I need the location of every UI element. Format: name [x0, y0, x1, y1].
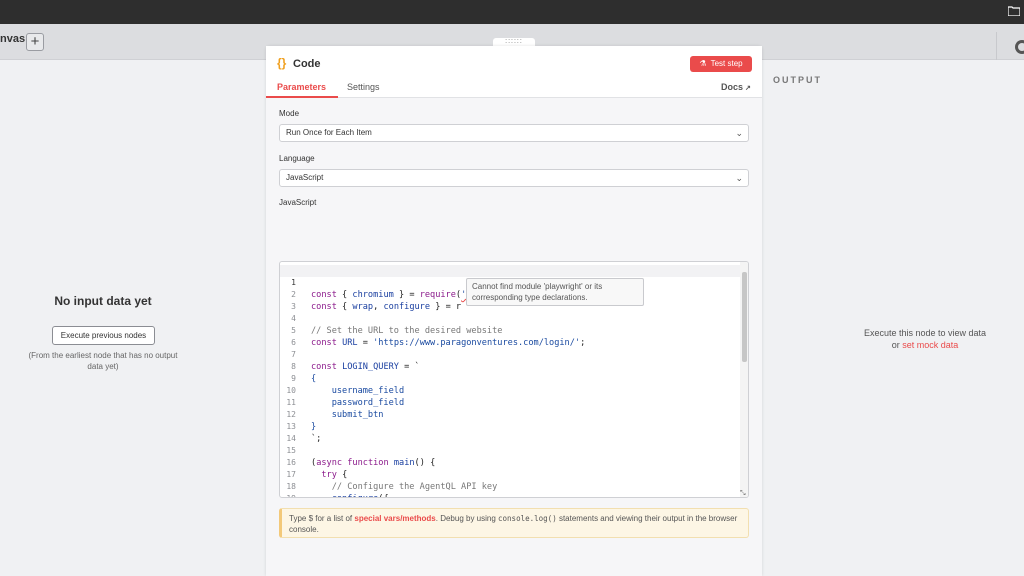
language-select-value: JavaScript [286, 173, 324, 182]
code-line[interactable]: 15 (async function main() { [280, 433, 740, 468]
notice-text: . Debug by using [435, 514, 499, 523]
flask-icon: ⚗ [699, 59, 707, 68]
console-log-code: console.log() [498, 514, 557, 523]
code-line[interactable]: 5 const URL = 'https://www.paragonventur… [280, 313, 740, 348]
hint-notice: Type $ for a list of special vars/method… [279, 508, 749, 538]
output-hint: Execute this node to view data or set mo… [850, 327, 1000, 351]
editor-scrollbar[interactable]: ⤡ [740, 262, 748, 497]
output-label: OUTPUT [773, 75, 822, 85]
loading-icon [1015, 40, 1024, 54]
tab-parameters[interactable]: Parameters [277, 82, 326, 92]
code-line[interactable]: 13 `; [280, 409, 740, 444]
code-line[interactable]: 16 try { [280, 445, 740, 480]
code-line[interactable]: 9 username_field [280, 361, 740, 396]
modal-title: Code [293, 58, 321, 70]
folder-icon[interactable] [1008, 6, 1020, 16]
output-hint-text: Execute this node to view data [863, 328, 987, 338]
tab-settings[interactable]: Settings [347, 82, 380, 92]
docs-link[interactable]: Docs ↗ [721, 82, 751, 92]
special-vars-link[interactable]: special vars/methods [354, 514, 435, 523]
test-step-label: Test step [710, 59, 743, 68]
canvas-tab-label[interactable]: nvas [0, 33, 25, 45]
code-line[interactable]: 18 configure({ [280, 469, 740, 497]
add-tab-button[interactable]: + [26, 33, 44, 51]
code-editor[interactable]: 1 const { chromium } = require('playwrig… [279, 261, 749, 498]
language-select[interactable]: JavaScript ⌄ [279, 169, 749, 187]
execute-previous-nodes-button[interactable]: Execute previous nodes [52, 326, 155, 345]
test-step-button[interactable]: ⚗ Test step [690, 56, 752, 72]
code-line[interactable]: 1 const { chromium } = require('playwrig… [280, 265, 740, 300]
language-label: Language [279, 154, 315, 163]
output-panel: OUTPUT Execute this node to view data or… [762, 60, 1024, 576]
execute-hint: (From the earliest node that has no outp… [28, 351, 178, 371]
code-line[interactable]: 7 const LOGIN_QUERY = ` [280, 337, 740, 372]
scrollbar-thumb[interactable] [742, 272, 747, 362]
code-line[interactable]: 19 apiKey: 'nfnq7iVFF7rlmSxVCWjkscoE7vlh… [280, 481, 740, 497]
input-panel: No input data yet Execute previous nodes… [0, 60, 265, 576]
right-edge-control[interactable] [996, 32, 1024, 60]
chevron-down-icon: ⌄ [735, 128, 743, 138]
modal-body: Mode Run Once for Each Item ⌄ Language J… [266, 98, 762, 576]
code-braces-icon: {} [277, 56, 287, 70]
modal-header: {} Code ⚗ Test step Parameters Settings D… [266, 46, 762, 98]
resize-handle-icon[interactable]: ⤡ [740, 489, 746, 497]
code-line[interactable]: 8 { [280, 349, 740, 384]
mode-select[interactable]: Run Once for Each Item ⌄ [279, 124, 749, 142]
code-line[interactable]: 11 submit_btn [280, 385, 740, 420]
docs-label: Docs [721, 82, 744, 92]
mode-label: Mode [279, 109, 300, 118]
code-line[interactable]: 6 [280, 325, 740, 347]
error-tooltip: Cannot find module 'playwright' or its c… [466, 278, 644, 306]
code-line[interactable]: 17 // Configure the AgentQL API key [280, 457, 740, 492]
code-line[interactable]: 12 } [280, 397, 740, 432]
notice-text: Type $ for a list of [289, 514, 355, 523]
code-line[interactable]: 14 [280, 421, 740, 443]
no-input-title: No input data yet [54, 294, 152, 308]
code-node-modal: {} Code ⚗ Test step Parameters Settings D… [266, 46, 762, 576]
external-link-icon: ↗ [745, 85, 751, 92]
output-hint-or: or [891, 340, 900, 350]
line-number: 19 [280, 493, 296, 497]
set-mock-data-link[interactable]: set mock data [902, 340, 958, 350]
top-bar [0, 0, 1024, 24]
chevron-down-icon: ⌄ [735, 173, 743, 183]
mode-select-value: Run Once for Each Item [286, 128, 372, 137]
modal-tabs: Parameters Settings Docs ↗ [266, 76, 762, 98]
editor-label: JavaScript [279, 198, 317, 207]
code-line[interactable]: 10 password_field [280, 373, 740, 408]
